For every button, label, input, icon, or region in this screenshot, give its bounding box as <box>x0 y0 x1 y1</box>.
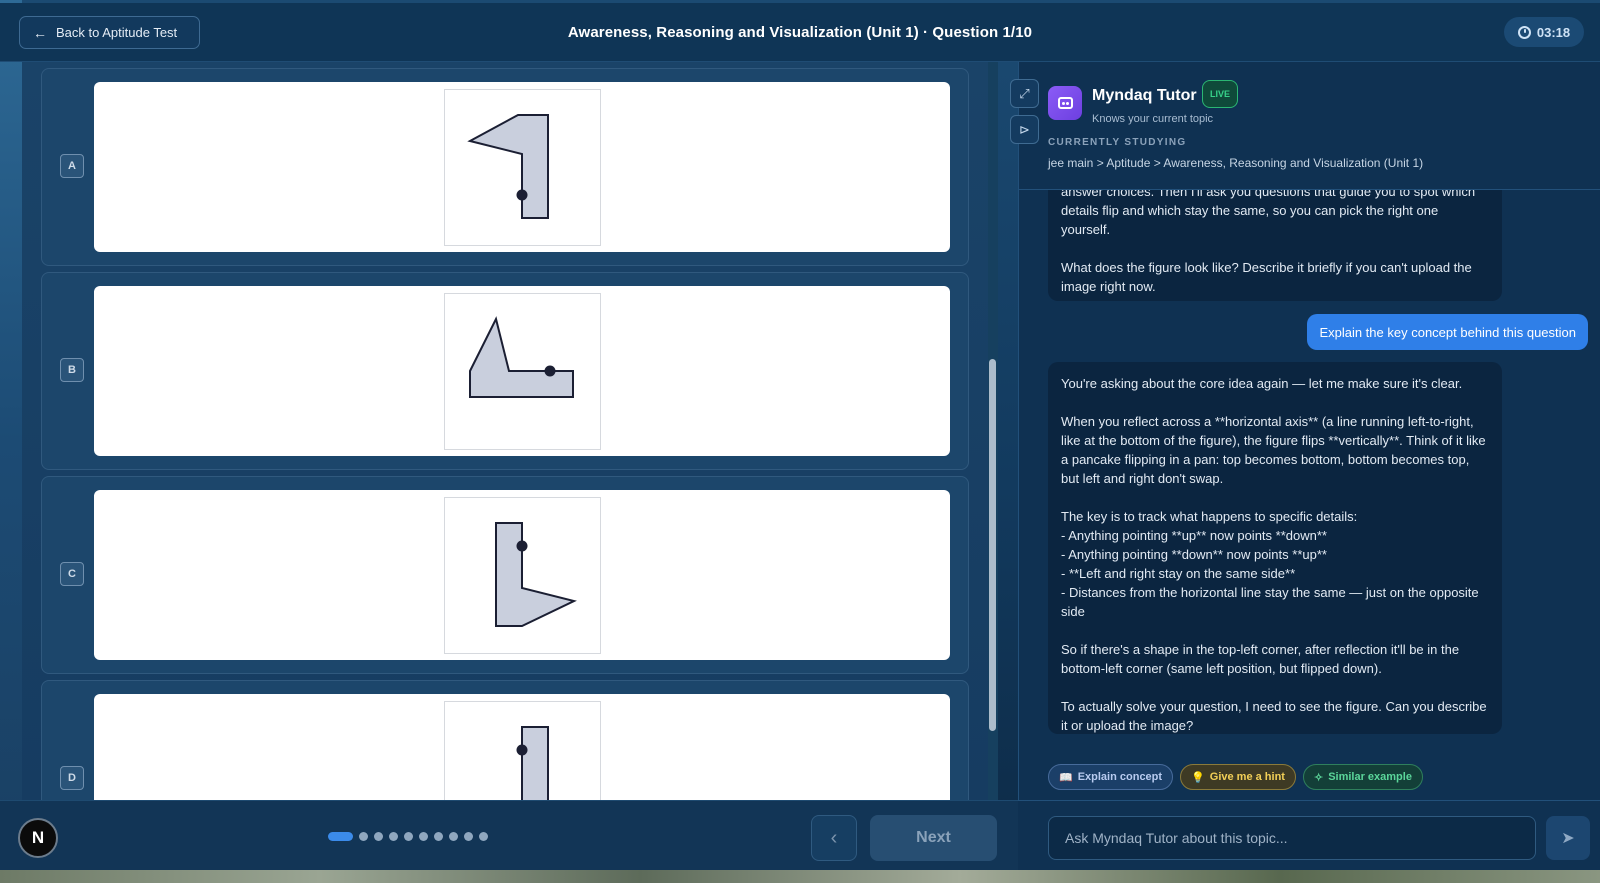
option-a[interactable]: A <box>41 68 969 266</box>
tutor-name: Myndaq Tutor <box>1092 87 1197 104</box>
option-figure <box>444 293 601 450</box>
panel-controls: ⤢ ⊳ <box>1010 79 1039 151</box>
previous-button[interactable]: ‹ <box>811 815 857 861</box>
option-figure <box>444 701 601 800</box>
question-dot[interactable] <box>404 832 413 841</box>
hint-chip[interactable]: 💡 Give me a hint <box>1180 764 1296 790</box>
explain-concept-chip[interactable]: 📖 Explain concept <box>1048 764 1174 790</box>
breadcrumb: jee main > Aptitude > Awareness, Reasoni… <box>1048 156 1424 170</box>
user-avatar[interactable]: N <box>18 818 58 858</box>
top-bar: ← Back to Aptitude Test Awareness, Reaso… <box>0 3 1600 62</box>
option-card[interactable] <box>94 286 950 456</box>
question-dot[interactable] <box>434 832 443 841</box>
option-d[interactable]: D <box>41 680 969 800</box>
question-dot[interactable] <box>479 832 488 841</box>
tutor-message: You're asking about the core idea again … <box>1048 362 1502 734</box>
clock-icon <box>1517 25 1531 39</box>
chip-label: Explain concept <box>1077 771 1163 783</box>
option-card[interactable] <box>94 82 950 252</box>
sparkle-icon: ✧ <box>1313 771 1324 784</box>
question-navigation <box>0 800 1018 870</box>
robot-icon <box>1048 86 1082 120</box>
question-dot[interactable] <box>419 832 428 841</box>
similar-example-chip[interactable]: ✧ Similar example <box>1302 764 1423 790</box>
question-dot[interactable] <box>359 832 368 841</box>
book-icon: 📖 <box>1059 771 1073 784</box>
option-figure <box>444 497 601 654</box>
send-button[interactable]: ➤ <box>1546 816 1590 860</box>
option-b-shape <box>469 316 574 398</box>
question-scrollbar[interactable] <box>989 359 996 731</box>
back-button-label: Back to Aptitude Test <box>56 25 178 40</box>
user-message: Explain the key concept behind this ques… <box>1307 314 1588 350</box>
option-b[interactable]: B <box>41 272 969 470</box>
option-c[interactable]: C <box>41 476 969 674</box>
chat-input[interactable] <box>1048 816 1536 860</box>
back-button[interactable]: ← Back to Aptitude Test <box>19 16 200 49</box>
option-label: C <box>60 562 84 586</box>
expand-icon[interactable]: ⤢ <box>1010 79 1039 108</box>
arrow-left-icon: ← <box>33 24 47 41</box>
tutor-message: answer choices. Then I'll ask you questi… <box>1048 190 1502 301</box>
option-label: D <box>60 766 84 790</box>
chevron-left-icon: ‹ <box>830 826 838 849</box>
option-a-shape <box>467 114 549 219</box>
quick-actions: 📖 Explain concept 💡 Give me a hint ✧ Sim… <box>1048 764 1423 790</box>
next-button[interactable]: Next <box>870 815 997 861</box>
chip-label: Similar example <box>1328 771 1412 783</box>
tutor-subtitle: Knows your current topic <box>1092 113 1214 125</box>
lightbulb-icon: 💡 <box>1191 771 1205 784</box>
option-c-shape <box>495 522 577 627</box>
timer-badge: 03:18 <box>1504 17 1584 47</box>
question-dot[interactable] <box>464 832 473 841</box>
question-progress-dots <box>328 832 488 841</box>
question-dot[interactable] <box>449 832 458 841</box>
live-badge: LIVE <box>1202 80 1238 108</box>
question-dot[interactable] <box>389 832 398 841</box>
timer-value: 03:18 <box>1536 24 1571 40</box>
option-label: A <box>60 154 84 178</box>
chip-label: Give me a hint <box>1209 771 1285 783</box>
option-d-shape <box>516 726 549 800</box>
chat-history: answer choices. Then I'll ask you questi… <box>1048 190 1588 750</box>
option-figure <box>444 89 601 246</box>
option-label: B <box>60 358 84 382</box>
question-panel: A B C D <box>22 62 988 800</box>
question-dot[interactable] <box>328 832 353 841</box>
page-title: Awareness, Reasoning and Visualization (… <box>567 24 1033 41</box>
collapse-panel-icon[interactable]: ⊳ <box>1010 115 1039 144</box>
option-card[interactable] <box>94 694 950 800</box>
window-edge <box>0 0 22 883</box>
question-dot[interactable] <box>374 832 383 841</box>
send-icon: ➤ <box>1561 830 1575 847</box>
option-card[interactable] <box>94 490 950 660</box>
currently-studying-label: CURRENTLY STUDYING <box>1048 137 1187 148</box>
